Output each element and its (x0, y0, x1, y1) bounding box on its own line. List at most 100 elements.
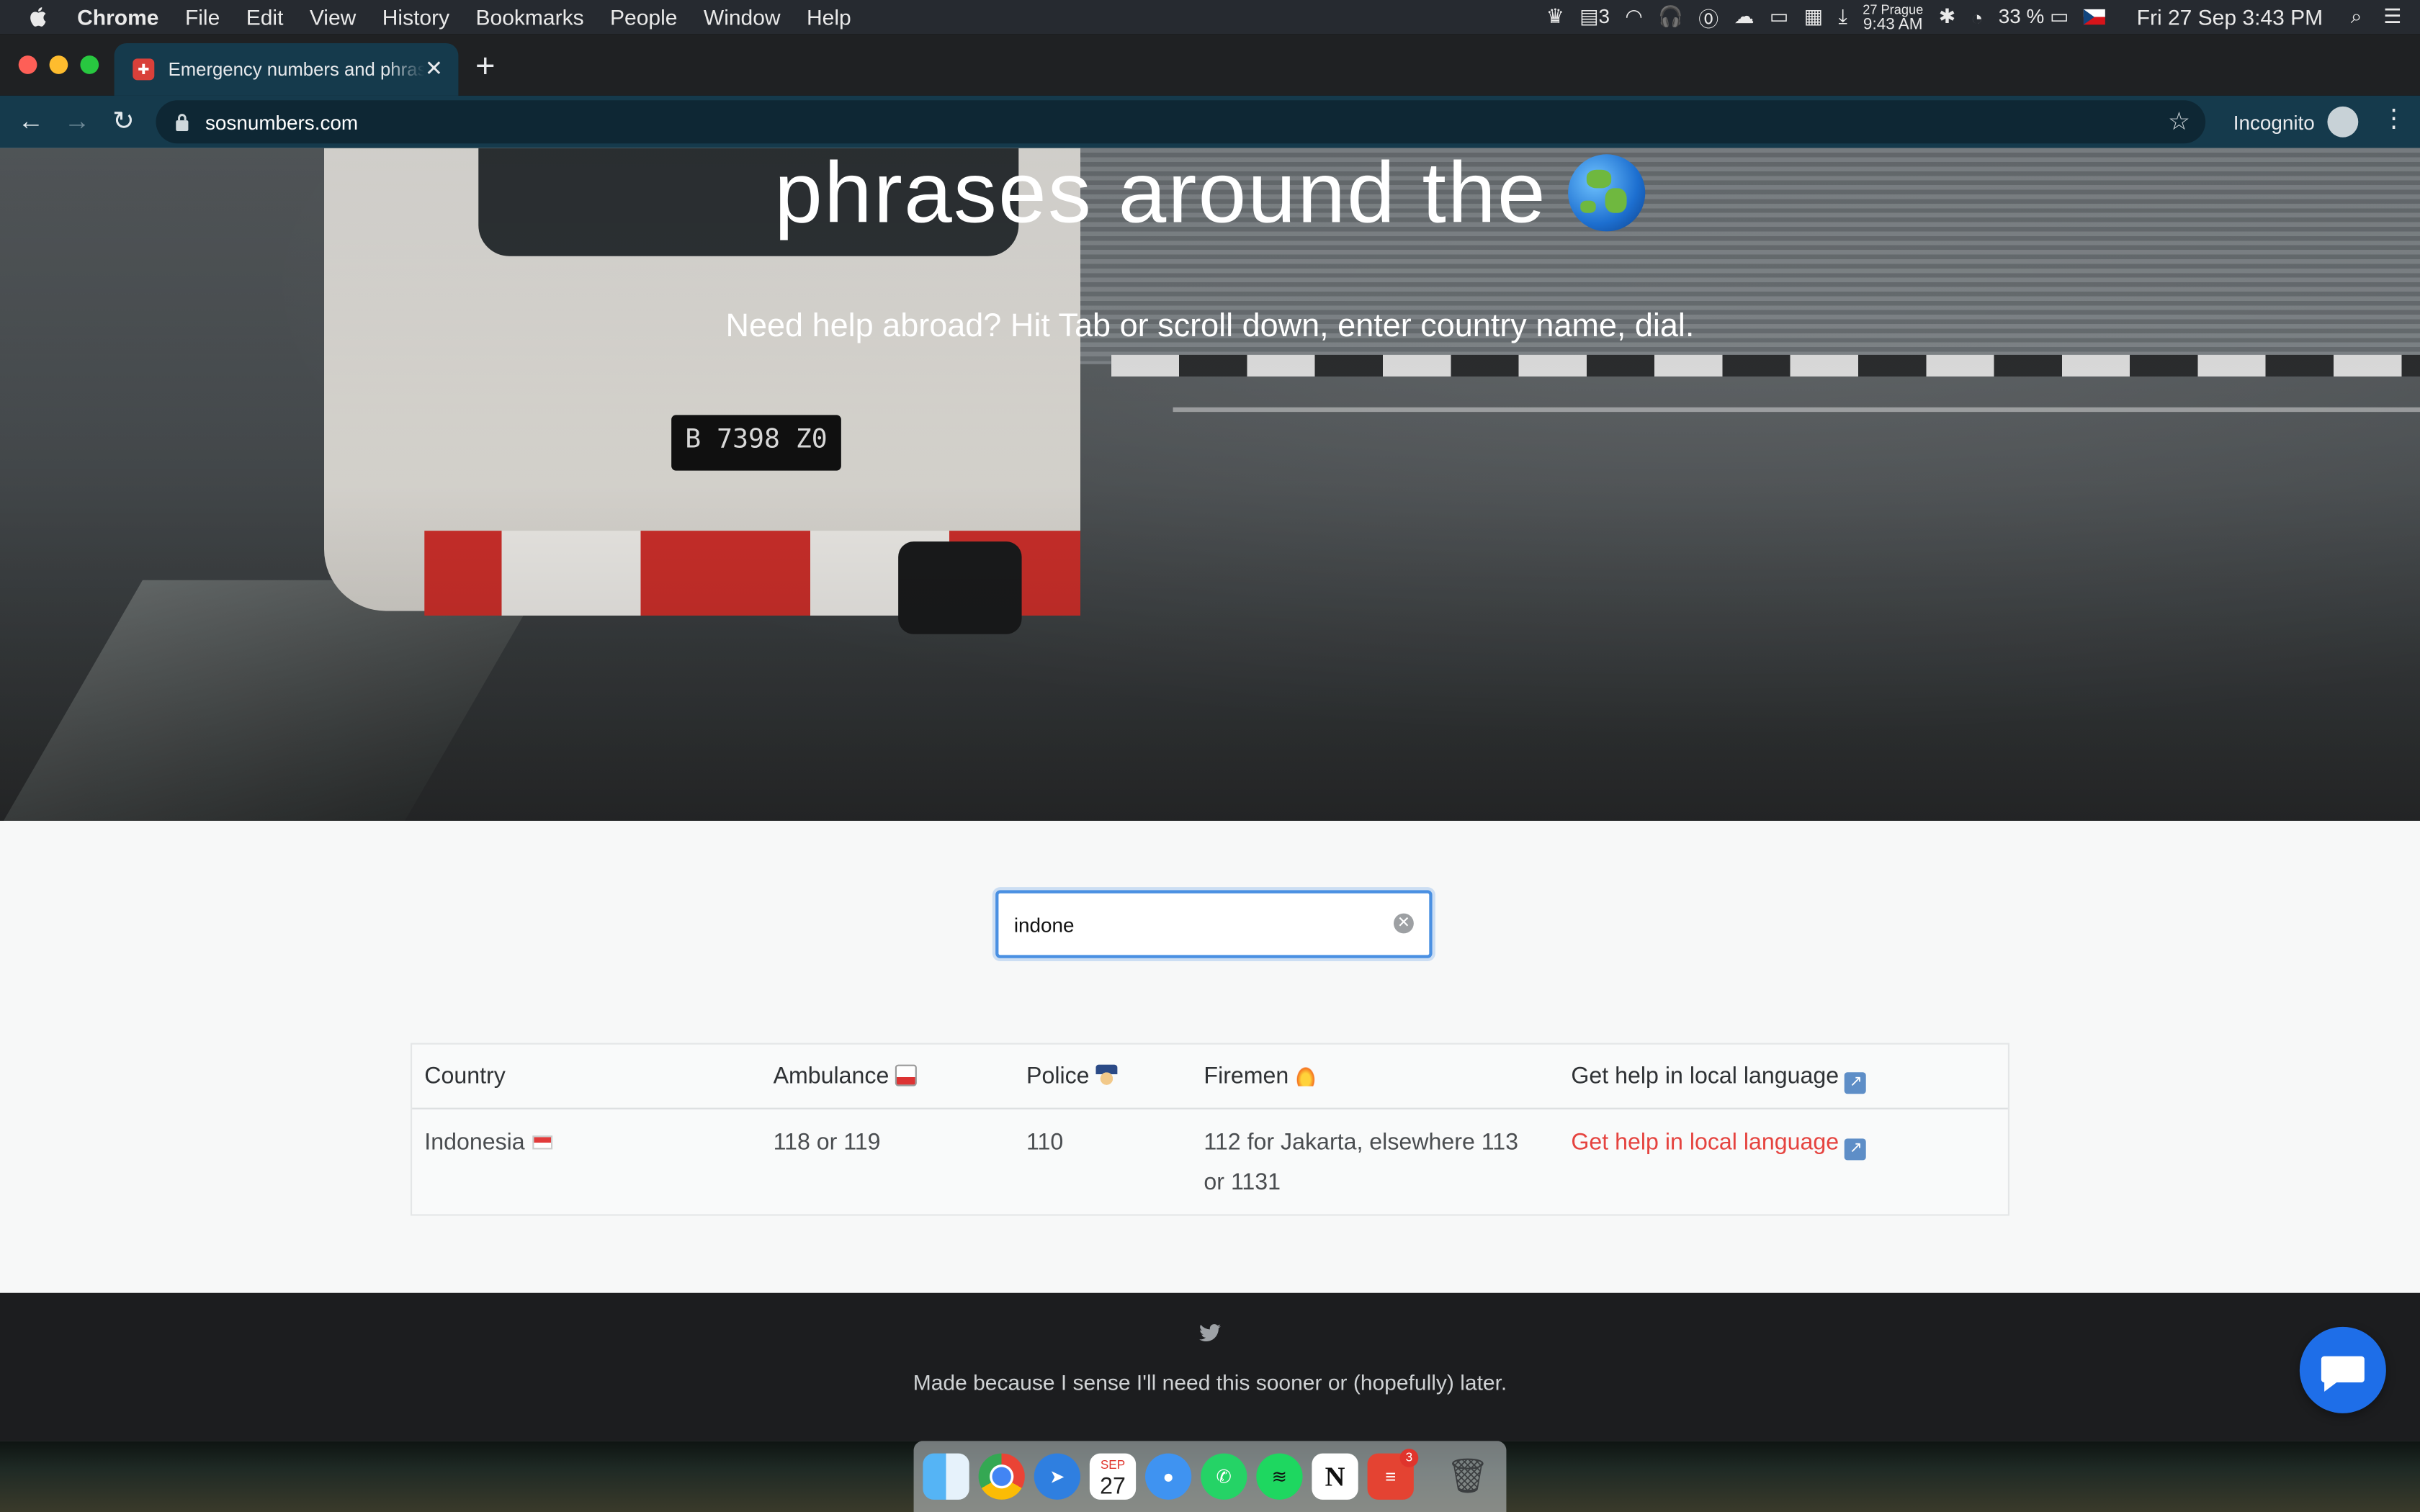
hero-banner: B 7398 Z0 phrases around the Need help a… (0, 148, 2420, 821)
address-url: sosnumbers.com (205, 110, 359, 134)
world-clock[interactable]: 27 Prague 9:43 AM (1863, 1, 1924, 34)
country-search-input[interactable] (1013, 909, 1369, 940)
menu-history[interactable]: History (382, 0, 449, 34)
menu-window[interactable]: Window (704, 0, 781, 34)
calendar-month: SEP (1100, 1457, 1126, 1472)
cell-ambulance: 118 or 119 (773, 1129, 881, 1156)
hero-subtitle: Need help abroad? Hit Tab or scroll down… (725, 308, 1695, 344)
battery-status[interactable]: 33 % ▭ (1999, 4, 2069, 29)
forward-arrow-icon[interactable]: → (54, 107, 100, 138)
cloud-icon[interactable]: ☁ (1734, 4, 1754, 29)
calendar-icon[interactable]: SEP 27 (1089, 1453, 1137, 1500)
tray-badge-count: 3 (1598, 4, 1610, 28)
chat-button[interactable] (2299, 1326, 2386, 1413)
browser-tab[interactable]: ✚ Emergency numbers and phrases around t… (114, 43, 459, 96)
airpods-icon[interactable]: 🎧 (1658, 4, 1683, 29)
menu-file[interactable]: File (185, 0, 220, 34)
web-page: B 7398 Z0 phrases around the Need help a… (0, 148, 2420, 1512)
menu-bookmarks[interactable]: Bookmarks (476, 0, 584, 34)
cell-local-help: Get help in local language ↗ (1571, 1123, 1867, 1164)
reload-icon[interactable]: ↻ (100, 107, 146, 138)
back-arrow-icon[interactable]: ← (8, 107, 54, 138)
spotify-icon[interactable]: ≋ (1256, 1453, 1303, 1500)
todoist-icon[interactable]: ≡ 3 (1367, 1449, 1419, 1500)
header-ambulance-label: Ambulance (773, 1063, 889, 1089)
new-tab-button[interactable]: + (475, 49, 496, 84)
world-clock-city: 27 Prague (1863, 1, 1924, 17)
cell-police: 110 (1026, 1129, 1064, 1156)
screen: Chrome File Edit View History Bookmarks … (0, 0, 2420, 1512)
police-officer-icon (1095, 1064, 1118, 1086)
finder-icon[interactable] (923, 1453, 969, 1500)
fire-icon (1294, 1064, 1317, 1086)
calendar-day: 27 (1100, 1473, 1126, 1500)
battery-percent: 33 % (1998, 4, 2045, 28)
incognito-icon (2326, 106, 2358, 138)
hero-overlay (0, 148, 2420, 821)
header-police: Police (1026, 1057, 1118, 1097)
close-window-button[interactable] (18, 55, 37, 74)
external-link-icon[interactable]: ↗ (1845, 1138, 1867, 1161)
twitter-icon[interactable] (1199, 1324, 1221, 1343)
todoist-badge: 3 (1399, 1449, 1419, 1467)
arc-icon[interactable]: ◠ (1625, 4, 1642, 29)
menubar-datetime[interactable]: Fri 27 Sep 3:43 PM (2137, 4, 2323, 29)
tab-title: Emergency numbers and phrases around the… (168, 58, 425, 81)
cell-firemen: 112 for Jakarta, elsewhere 113 or 1131 (1204, 1129, 1519, 1196)
emergency-numbers-table: Country Ambulance Police Firemen Get hel… (411, 1043, 2009, 1216)
bluetooth-icon[interactable]: ✱ (1939, 4, 1955, 29)
download-icon[interactable]: ⤓ (1838, 4, 1847, 29)
notification-icon[interactable]: ▭ (1770, 4, 1788, 29)
wifi-icon[interactable]: ◔ (1971, 6, 1983, 29)
apple-icon[interactable] (26, 4, 50, 29)
siren-favicon-icon: ✚ (133, 58, 155, 81)
header-local-help: Get help in local language ↗ (1571, 1057, 1867, 1097)
bookmark-star-icon[interactable]: ☆ (2168, 107, 2190, 138)
password-icon[interactable]: ⓪ (1698, 2, 1718, 32)
page-footer: Made because I sense I'll need this soon… (0, 1292, 2420, 1441)
indonesia-flag-icon (532, 1135, 553, 1150)
incognito-indicator[interactable]: Incognito (2233, 96, 2358, 148)
lock-icon (176, 114, 189, 132)
hero-headline: phrases around the (0, 148, 2420, 243)
world-clock-time: 9:43 AM (1863, 14, 1923, 34)
menu-view[interactable]: View (310, 0, 356, 34)
footer-note: Made because I sense I'll need this soon… (913, 1369, 1507, 1395)
chrome-icon[interactable] (978, 1453, 1025, 1500)
close-tab-icon[interactable]: ✕ (425, 57, 443, 78)
tab-strip: ✚ Emergency numbers and phrases around t… (0, 34, 2420, 96)
minimize-window-button[interactable] (49, 55, 68, 74)
control-center-icon[interactable]: ☰ (2383, 4, 2401, 29)
spotlight-search-icon[interactable]: ⌕ (2351, 4, 2362, 29)
window-controls (18, 55, 99, 74)
external-link-icon: ↗ (1845, 1072, 1867, 1094)
table-row: Indonesia 118 or 119 110 112 for Jakarta… (412, 1110, 2008, 1215)
cell-country-name: Indonesia (424, 1129, 525, 1156)
notes-icon[interactable]: ▤3 (1579, 4, 1610, 29)
trash-icon[interactable]: 🗑 (1445, 1454, 1491, 1500)
status-tray: ♛ ▤3 ◠ 🎧 ⓪ ☁ ▭ ▦ ⤓ 27 Prague 9:43 AM ✱ ◔ … (1546, 0, 2420, 34)
compass-icon[interactable]: ➤ (1034, 1453, 1080, 1500)
menu-edit[interactable]: Edit (246, 0, 284, 34)
messages-icon[interactable]: ● (1145, 1453, 1192, 1500)
header-local-help-label: Get help in local language (1571, 1063, 1839, 1089)
local-help-link[interactable]: Get help in local language (1571, 1130, 1839, 1156)
browser-toolbar: ← → ↻ sosnumbers.com ☆ Incognito ⋮ (0, 95, 2420, 148)
czech-flag-icon[interactable] (2084, 9, 2106, 25)
menu-app-name[interactable]: Chrome (77, 0, 158, 34)
address-bar[interactable]: sosnumbers.com ☆ (156, 100, 2206, 144)
menu-help[interactable]: Help (807, 0, 851, 34)
menu-bar: Chrome File Edit View History Bookmarks … (0, 0, 2420, 35)
menu-people[interactable]: People (610, 0, 677, 34)
chrome-menu-icon[interactable]: ⋮ (2381, 107, 2406, 132)
notion-icon[interactable]: N (1312, 1453, 1358, 1500)
header-firemen-label: Firemen (1204, 1063, 1289, 1089)
header-police-label: Police (1026, 1063, 1090, 1089)
crown-icon[interactable]: ♛ (1546, 4, 1564, 29)
whatsapp-icon[interactable]: ✆ (1201, 1453, 1247, 1500)
clear-search-icon[interactable]: ✕ (1393, 913, 1414, 934)
header-firemen: Firemen (1204, 1057, 1543, 1097)
czech-flag-triangle (2084, 9, 2095, 25)
zoom-window-button[interactable] (80, 55, 99, 74)
grid-icon[interactable]: ▦ (1804, 4, 1823, 29)
